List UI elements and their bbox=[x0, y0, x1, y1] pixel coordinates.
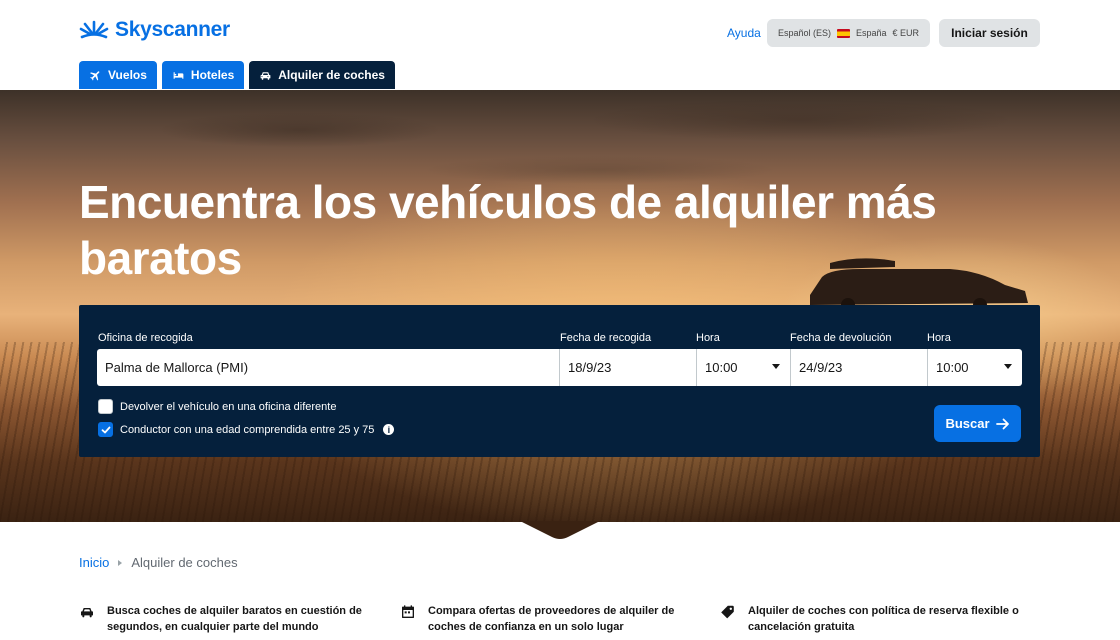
calendar-icon bbox=[402, 605, 414, 618]
feature-item: Busca coches de alquiler baratos en cues… bbox=[79, 603, 379, 635]
breadcrumb-current: Alquiler de coches bbox=[131, 555, 238, 570]
return-date-input[interactable]: 24/9/23 bbox=[791, 349, 928, 386]
driver-age-option[interactable]: Conductor con una edad comprendida entre… bbox=[98, 422, 395, 437]
feature-item: Compara ofertas de proveedores de alquil… bbox=[400, 603, 700, 635]
arrow-right-icon bbox=[995, 418, 1009, 429]
spain-flag-icon bbox=[836, 28, 850, 38]
feature-text: Alquiler de coches con política de reser… bbox=[748, 605, 1019, 633]
hero-notch bbox=[520, 521, 600, 539]
tab-hotels[interactable]: Hoteles bbox=[161, 61, 245, 89]
tab-label: Vuelos bbox=[108, 68, 147, 82]
currency-label: € EUR bbox=[892, 28, 920, 38]
sunrise-logo-icon bbox=[79, 20, 109, 39]
info-icon[interactable]: i bbox=[383, 424, 395, 435]
car-icon bbox=[260, 71, 271, 80]
checkmark-icon bbox=[101, 426, 110, 433]
tab-car-hire[interactable]: Alquiler de coches bbox=[249, 61, 395, 89]
bed-icon bbox=[173, 71, 184, 79]
search-button[interactable]: Buscar bbox=[934, 405, 1021, 442]
different-office-option[interactable]: Devolver el vehículo en una oficina dife… bbox=[98, 399, 336, 414]
locale-selector-button[interactable]: Español (ES) España € EUR bbox=[767, 19, 930, 47]
driver-age-label: Conductor con una edad comprendida entre… bbox=[120, 423, 375, 436]
site-header: Skyscanner Ayuda Español (ES) España € E… bbox=[0, 0, 1120, 90]
pickup-office-value: Palma de Mallorca (PMI) bbox=[105, 360, 249, 375]
plane-icon bbox=[90, 70, 100, 80]
feature-text: Compara ofertas de proveedores de alquil… bbox=[428, 605, 675, 633]
pickup-office-input[interactable]: Palma de Mallorca (PMI) bbox=[97, 349, 560, 386]
car-icon bbox=[81, 608, 93, 618]
pickup-time-label: Hora bbox=[696, 332, 720, 344]
help-link[interactable]: Ayuda bbox=[727, 26, 761, 40]
country-label: España bbox=[855, 28, 887, 38]
pickup-time-value: 10:00 bbox=[705, 360, 738, 375]
different-office-checkbox[interactable] bbox=[98, 399, 113, 414]
tab-flights[interactable]: Vuelos bbox=[79, 61, 157, 89]
tab-label: Alquiler de coches bbox=[278, 68, 385, 82]
chevron-down-icon bbox=[1004, 364, 1012, 369]
logo-text: Skyscanner bbox=[115, 18, 230, 41]
pickup-date-value: 18/9/23 bbox=[568, 360, 612, 375]
product-tabs: Vuelos Hoteles Alquiler de coches bbox=[79, 61, 395, 89]
feature-text: Busca coches de alquiler baratos en cues… bbox=[107, 605, 362, 633]
tag-icon bbox=[721, 605, 734, 619]
pickup-time-select[interactable]: 10:00 bbox=[697, 349, 791, 386]
driver-age-checkbox[interactable] bbox=[98, 422, 113, 437]
login-button[interactable]: Iniciar sesión bbox=[939, 19, 1040, 47]
skyscanner-logo[interactable]: Skyscanner bbox=[79, 18, 230, 42]
return-date-value: 24/9/23 bbox=[799, 360, 843, 375]
breadcrumb-home-link[interactable]: Inicio bbox=[79, 555, 109, 570]
car-search-form: Oficina de recogida Fecha de recogida Ho… bbox=[79, 305, 1040, 457]
return-date-label: Fecha de devolución bbox=[790, 332, 892, 344]
return-time-select[interactable]: 10:00 bbox=[928, 349, 1022, 386]
pickup-date-label: Fecha de recogida bbox=[560, 332, 652, 344]
chevron-right-icon bbox=[118, 559, 123, 566]
return-time-value: 10:00 bbox=[936, 360, 969, 375]
different-office-label: Devolver el vehículo en una oficina dife… bbox=[120, 400, 337, 413]
return-time-label: Hora bbox=[927, 332, 951, 344]
feature-item: Alquiler de coches con política de reser… bbox=[720, 603, 1020, 635]
page-title: Encuentra los vehículos de alquiler más … bbox=[79, 176, 937, 284]
pickup-date-input[interactable]: 18/9/23 bbox=[560, 349, 697, 386]
pickup-office-label: Oficina de recogida bbox=[98, 332, 193, 344]
chevron-down-icon bbox=[772, 364, 780, 369]
search-button-label: Buscar bbox=[945, 416, 990, 431]
hero-banner: Encuentra los vehículos de alquiler más … bbox=[0, 90, 1120, 522]
language-label: Español (ES) bbox=[777, 28, 831, 38]
tab-label: Hoteles bbox=[190, 68, 235, 82]
breadcrumb: Inicio Alquiler de coches bbox=[79, 555, 238, 570]
